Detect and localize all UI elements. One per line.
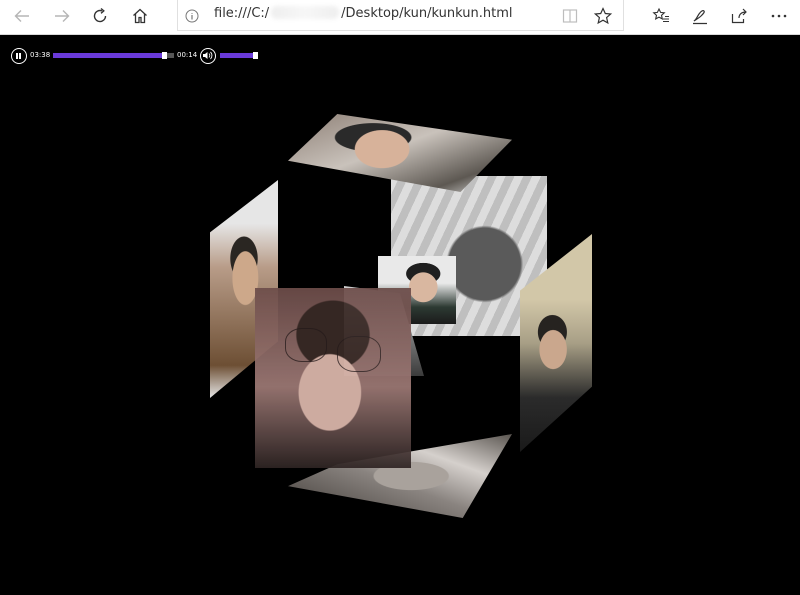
forward-button[interactable] xyxy=(42,0,82,32)
back-button[interactable] xyxy=(2,0,42,32)
home-icon xyxy=(133,8,147,24)
photo-detail-glasses-right xyxy=(337,336,381,372)
pause-button[interactable] xyxy=(11,48,27,64)
arrow-left-icon xyxy=(14,10,29,22)
browser-toolbar: file:///C:/ /Desktop/kun/kunkun.html xyxy=(0,0,800,35)
url-redacted xyxy=(271,6,340,19)
volume-level xyxy=(220,53,253,58)
url-path: /Desktop/kun/kunkun.html xyxy=(341,6,513,21)
refresh-button[interactable] xyxy=(80,0,120,32)
arrow-right-icon xyxy=(55,10,70,22)
address-bar[interactable]: file:///C:/ /Desktop/kun/kunkun.html xyxy=(177,0,624,31)
audio-player: 03:38 00:14 xyxy=(0,36,800,76)
share-icon xyxy=(731,8,747,24)
volume-handle[interactable] xyxy=(253,52,258,59)
url-text[interactable]: file:///C:/ /Desktop/kun/kunkun.html xyxy=(214,6,512,21)
volume-icon xyxy=(203,51,213,60)
cube-face-front-photo xyxy=(255,288,411,468)
refresh-icon xyxy=(93,7,107,23)
info-icon[interactable] xyxy=(184,8,200,24)
current-time: 03:38 xyxy=(30,51,51,59)
more-button[interactable] xyxy=(759,0,799,32)
duration-time: 00:14 xyxy=(177,51,198,59)
seek-handle[interactable] xyxy=(162,52,167,59)
star-icon[interactable] xyxy=(593,6,613,26)
more-icon xyxy=(771,14,787,18)
favorites-list-icon xyxy=(652,7,669,23)
share-button[interactable] xyxy=(719,0,759,32)
seek-bar[interactable] xyxy=(53,52,174,59)
home-button[interactable] xyxy=(120,0,160,32)
photo-detail-glasses-left xyxy=(285,328,327,362)
photo-cube-scene xyxy=(0,76,800,595)
mute-button[interactable] xyxy=(200,48,216,64)
favorites-hub-button[interactable] xyxy=(641,0,681,32)
pen-icon xyxy=(693,10,707,25)
notes-button[interactable] xyxy=(680,0,720,32)
url-prefix: file:///C:/ xyxy=(214,6,270,21)
volume-slider[interactable] xyxy=(220,52,258,59)
reading-view-icon[interactable] xyxy=(561,7,579,25)
seek-progress xyxy=(53,53,162,58)
